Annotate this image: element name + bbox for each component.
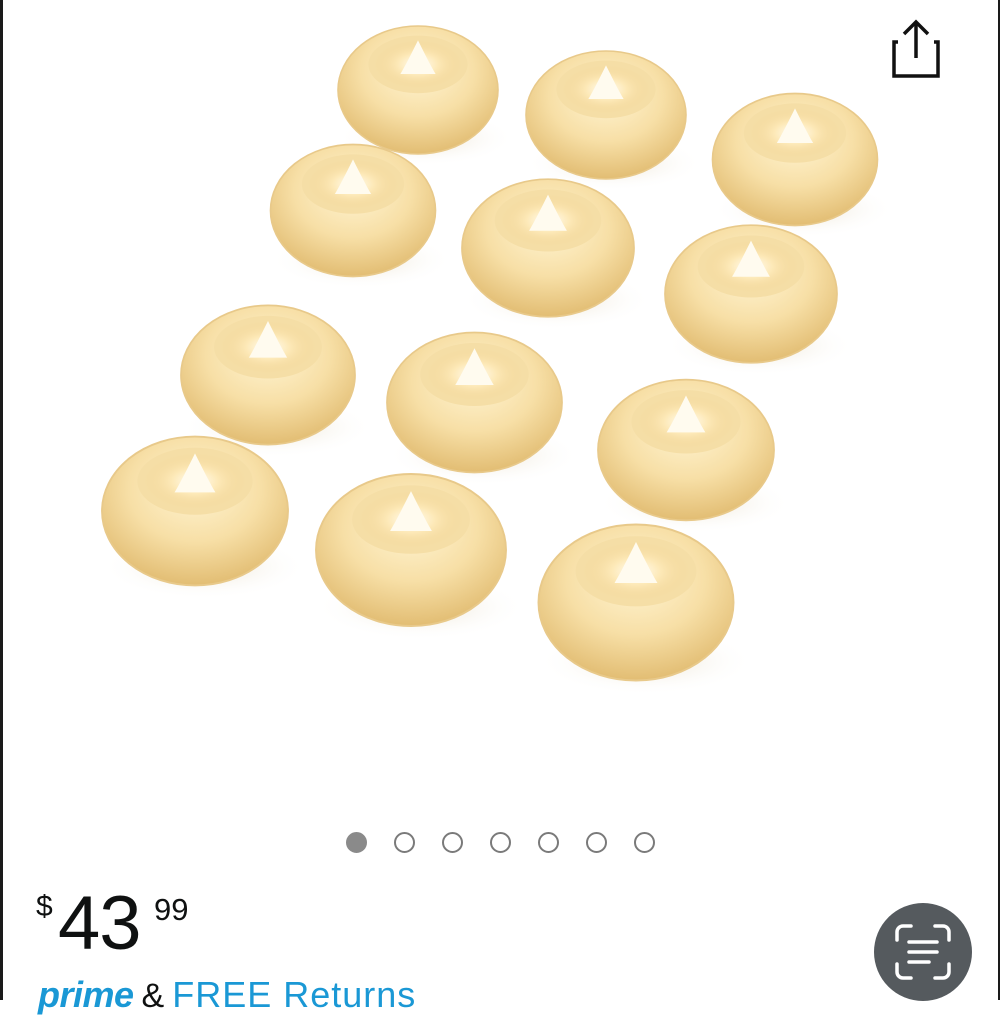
free-returns-link[interactable]: FREE Returns <box>172 974 416 1016</box>
candle-7 <box>180 304 374 459</box>
candle-3 <box>711 92 895 239</box>
candle-9 <box>597 378 793 535</box>
candle-2 <box>525 50 703 192</box>
image-carousel-indicator <box>0 832 1000 853</box>
candle-8 <box>386 331 581 487</box>
share-icon <box>892 19 940 78</box>
scan-lens-button[interactable] <box>874 903 972 1001</box>
price-fraction: 99 <box>154 892 189 927</box>
candle-12 <box>537 523 755 697</box>
candle-10 <box>101 435 308 601</box>
carousel-dot-2[interactable] <box>393 832 415 853</box>
candle-6 <box>664 224 856 377</box>
share-button[interactable] <box>886 16 946 82</box>
scan-lens-icon <box>895 924 951 980</box>
candles-illustration <box>101 25 895 697</box>
carousel-dot-4[interactable] <box>489 832 511 853</box>
candle-11 <box>315 473 526 642</box>
carousel-dot-3[interactable] <box>441 832 463 853</box>
candle-4 <box>269 143 453 290</box>
delivery-info: prime & FREE Returns <box>38 974 416 1016</box>
carousel-dot-6[interactable] <box>585 832 607 853</box>
price-whole: 43 <box>58 881 142 966</box>
product-image[interactable] <box>60 0 940 800</box>
carousel-dot-7[interactable] <box>633 832 655 853</box>
price-currency-symbol: $ <box>36 890 53 923</box>
prime-logo: prime <box>38 974 134 1015</box>
carousel-dot-5[interactable] <box>537 832 559 853</box>
ampersand: & <box>141 977 165 1015</box>
candle-5 <box>461 178 653 331</box>
carousel-dot-1[interactable] <box>345 832 367 853</box>
